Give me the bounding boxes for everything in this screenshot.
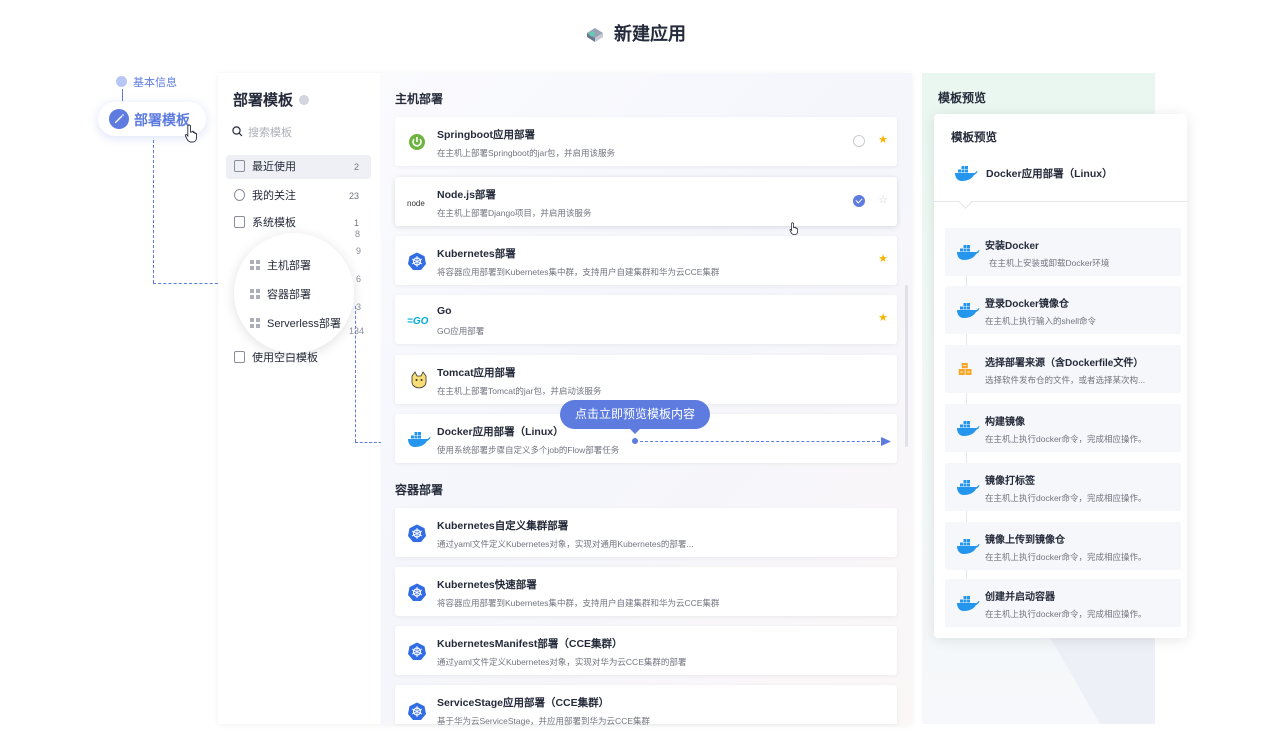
edit-icon bbox=[109, 109, 129, 129]
stage-item[interactable]: 镜像打标签 在主机上执行docker命令，完成相应操作。 bbox=[945, 463, 1181, 511]
search-input[interactable]: 搜索模板 bbox=[232, 124, 292, 140]
user-icon bbox=[234, 189, 245, 201]
kubernetes-icon bbox=[408, 252, 426, 270]
docker-icon bbox=[957, 480, 980, 495]
template-card[interactable]: ServiceStage应用部署（CCE集群） 基于华为云ServiceStag… bbox=[395, 685, 897, 726]
count-badge: 3 bbox=[356, 302, 362, 312]
flow-connector bbox=[355, 306, 356, 442]
star-icon[interactable]: ☆ bbox=[878, 194, 888, 206]
svg-text:node: node bbox=[407, 199, 425, 208]
star-icon[interactable]: ★ bbox=[878, 312, 888, 324]
kubernetes-icon bbox=[408, 583, 426, 601]
kubernetes-icon bbox=[408, 524, 426, 542]
template-card[interactable]: Tomcat应用部署 在主机上部署Tomcat的jar包，并启动该服务 bbox=[395, 355, 897, 404]
section-title-host: 主机部署 bbox=[395, 92, 444, 106]
sidebar-item-recent[interactable]: 最近使用 2 bbox=[226, 155, 371, 179]
select-radio[interactable] bbox=[853, 135, 865, 147]
preview-card: 模板预览 Docker应用部署（Linux） 安装Docker 在主机上安装或卸… bbox=[934, 114, 1187, 638]
app-logo-icon bbox=[587, 28, 603, 42]
flow-connector bbox=[153, 140, 154, 283]
stage-item[interactable]: 构建镜像 在主机上执行docker命令，完成相应操作。 bbox=[945, 404, 1181, 452]
template-card[interactable]: Kubernetes快速部署 将容器应用部署到Kubernetes集中群，支持用… bbox=[395, 567, 897, 616]
page-title: 新建应用 bbox=[0, 20, 1270, 46]
docker-icon bbox=[408, 432, 431, 447]
go-icon: =GO bbox=[407, 316, 429, 327]
template-card[interactable]: Kubernetes自定义集群部署 通过yaml文件定义Kubernetes对象… bbox=[395, 508, 897, 557]
sidebar-item-host[interactable]: 主机部署 bbox=[250, 257, 311, 273]
page-title-text: 新建应用 bbox=[614, 24, 686, 44]
stage-item[interactable]: 创建并启动容器 在主机上执行docker命令，完成相应操作。 bbox=[945, 579, 1181, 627]
template-icon bbox=[234, 216, 245, 228]
sidebar-item-followed[interactable]: 我的关注 23 bbox=[226, 184, 371, 208]
clock-icon bbox=[234, 160, 245, 172]
step-basic-info[interactable]: 基本信息 bbox=[116, 74, 177, 90]
file-icon bbox=[234, 351, 245, 363]
grid-icon bbox=[250, 260, 260, 270]
check-circle-icon bbox=[116, 76, 127, 87]
connector-dot bbox=[632, 438, 638, 444]
scrollbar[interactable] bbox=[905, 285, 908, 447]
search-icon bbox=[232, 126, 243, 137]
select-radio[interactable] bbox=[853, 195, 865, 207]
springboot-icon bbox=[409, 134, 425, 150]
svg-text:=GO: =GO bbox=[407, 316, 429, 327]
docker-icon bbox=[957, 421, 980, 436]
sidebar-item-serverless[interactable]: Serverless部署 bbox=[250, 315, 341, 331]
step-connector bbox=[122, 89, 123, 101]
package-icon bbox=[958, 363, 972, 375]
arrow-right-icon bbox=[881, 437, 891, 446]
template-card[interactable]: node Node.js部署 在主机上部署Django项目，并启用该服务 ☆ bbox=[395, 177, 897, 226]
selected-template: Docker应用部署（Linux） bbox=[954, 164, 1113, 182]
count-badge: 9 bbox=[356, 246, 362, 256]
count-badge: 1 bbox=[353, 218, 359, 228]
docker-icon bbox=[957, 245, 980, 260]
count-badge: 6 bbox=[356, 274, 362, 284]
star-icon[interactable]: ★ bbox=[878, 134, 888, 146]
preview-column-title: 模板预览 bbox=[938, 91, 987, 105]
kubernetes-icon bbox=[408, 642, 426, 660]
docker-icon bbox=[955, 166, 978, 181]
grid-icon bbox=[250, 289, 260, 299]
stage-item[interactable]: 安装Docker 在主机上安装或卸载Docker环境 bbox=[945, 228, 1181, 276]
star-icon[interactable]: ★ bbox=[878, 253, 888, 265]
stage-item[interactable]: 镜像上传到镜像仓 在主机上执行docker命令，完成相应操作。 bbox=[945, 522, 1181, 570]
preview-tooltip: 点击立即预览模板内容 bbox=[560, 400, 710, 434]
flow-connector bbox=[635, 441, 880, 442]
grid-icon bbox=[250, 318, 260, 328]
caret bbox=[959, 196, 972, 209]
nodejs-icon: node bbox=[407, 199, 425, 208]
tomcat-icon bbox=[411, 371, 427, 389]
category-magnifier: 主机部署 容器部署 Serverless部署 bbox=[234, 233, 354, 353]
sidebar-item-container[interactable]: 容器部署 bbox=[250, 286, 311, 302]
template-card[interactable]: Springboot应用部署 在主机上部署Springboot的jar包，并启用… bbox=[395, 117, 897, 166]
template-card[interactable]: =GO Go GO应用部署 ★ bbox=[395, 295, 897, 344]
kubernetes-icon bbox=[408, 702, 426, 720]
step-deploy-template[interactable]: 部署模板 bbox=[98, 102, 206, 143]
help-icon[interactable] bbox=[299, 95, 310, 105]
count-badge: 8 bbox=[355, 229, 361, 239]
docker-icon bbox=[957, 303, 980, 318]
flow-connector bbox=[153, 283, 223, 284]
hand-cursor-icon bbox=[789, 222, 798, 235]
section-title-container: 容器部署 bbox=[395, 483, 444, 497]
sidebar-title: 部署模板 bbox=[233, 89, 310, 110]
hand-cursor-icon bbox=[184, 124, 197, 143]
docker-icon bbox=[957, 539, 980, 554]
template-card[interactable]: Kubernetes部署 将容器应用部署到Kubernetes集中群，支持用户自… bbox=[395, 236, 897, 285]
docker-icon bbox=[957, 596, 980, 611]
count-badge: 23 bbox=[348, 191, 359, 201]
count-badge: 134 bbox=[349, 326, 365, 336]
sidebar-item-system[interactable]: 系统模板 1 bbox=[226, 211, 371, 235]
template-card[interactable]: KubernetesManifest部署（CCE集群） 通过yaml文件定义Ku… bbox=[395, 626, 897, 675]
count-badge: 2 bbox=[349, 161, 363, 173]
stage-item[interactable]: 选择部署来源（含Dockerfile文件） 选择软件发布仓的文件，或者选择某次构… bbox=[945, 345, 1181, 393]
stage-item[interactable]: 登录Docker镜像仓 在主机上执行输入的shell命令 bbox=[945, 286, 1181, 334]
